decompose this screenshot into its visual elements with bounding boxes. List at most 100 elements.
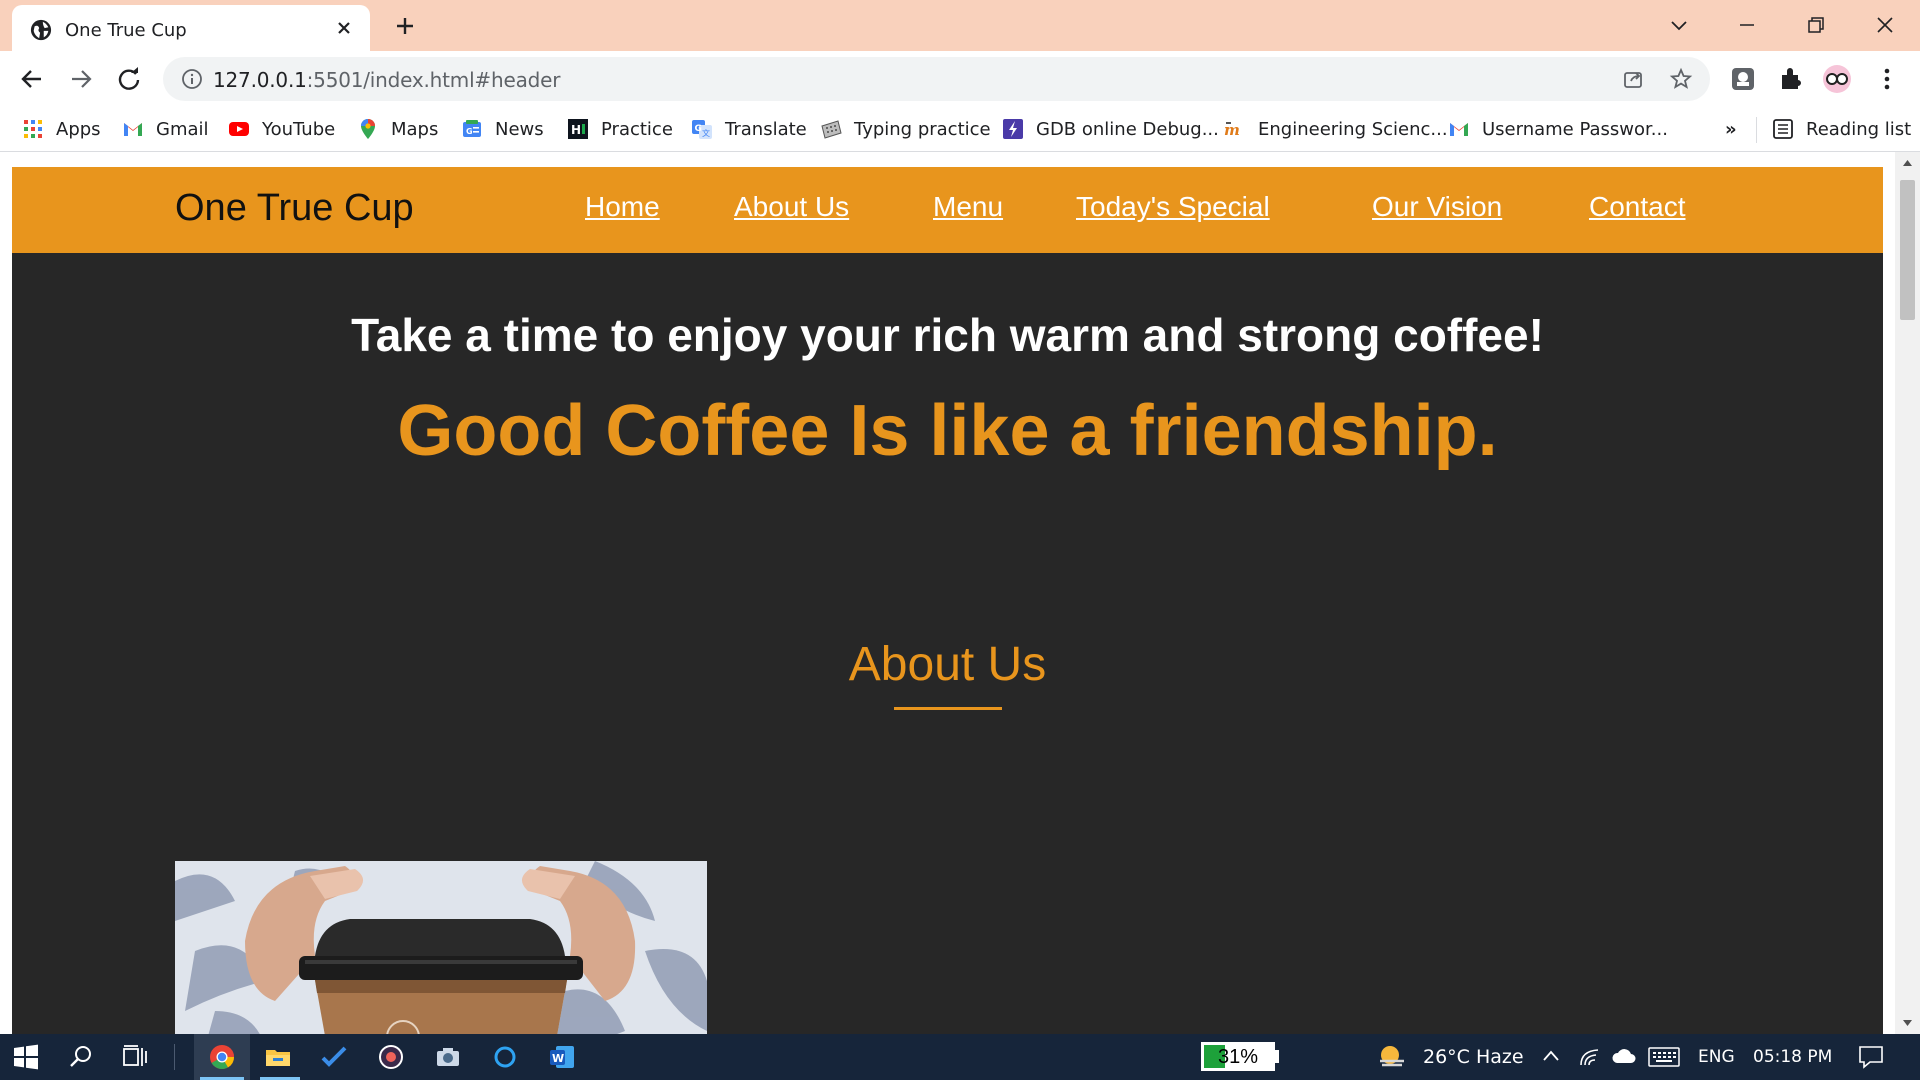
bookmark-label: Typing practice [854, 118, 991, 140]
camera-icon[interactable] [434, 1043, 462, 1071]
page-scrollbar[interactable] [1895, 152, 1920, 1034]
scroll-up-arrow-icon[interactable] [1902, 158, 1913, 167]
url-host: 127.0.0.1 [213, 68, 307, 92]
bookmark-gdb-online[interactable]: GDB online Debug... [1002, 116, 1219, 142]
media-player-icon[interactable] [377, 1043, 405, 1071]
bookmarks-divider [1756, 117, 1757, 143]
onedrive-cloud-icon[interactable] [1611, 1046, 1637, 1066]
forward-arrow-icon[interactable] [67, 65, 95, 93]
maps-pin-icon [361, 119, 375, 139]
globe-icon [30, 19, 52, 41]
site-info-icon[interactable] [181, 68, 203, 90]
bookmark-translate[interactable]: G 文 Translate [691, 116, 807, 142]
gmail-icon [124, 123, 142, 136]
touch-keyboard-icon[interactable] [1648, 1046, 1680, 1068]
bookmark-typing-practice[interactable]: Typing practice [820, 116, 991, 142]
site-navbar: One True Cup Home About Us Menu Today's … [12, 167, 1883, 253]
input-language[interactable]: ENG [1698, 1047, 1735, 1067]
bookmarks-overflow-button[interactable]: » [1725, 116, 1737, 142]
notifications-icon[interactable] [1858, 1045, 1884, 1069]
battery-percent-label: 31% [1217, 1046, 1259, 1068]
apps-grid-icon [24, 120, 42, 138]
new-tab-plus-icon[interactable] [392, 13, 418, 39]
share-icon[interactable] [1621, 67, 1645, 91]
svg-text:H: H [571, 123, 581, 137]
menu-kebab-icon[interactable] [1873, 65, 1901, 93]
nav-link-about-us[interactable]: About Us [734, 191, 849, 223]
wifi-icon[interactable] [1578, 1046, 1602, 1068]
bookmark-apps[interactable]: Apps [22, 116, 101, 142]
restore-icon[interactable] [1803, 12, 1829, 38]
tab-search-chevron-icon[interactable] [1666, 12, 1692, 38]
browser-tab-strip: One True Cup [0, 0, 1920, 51]
youtube-icon [229, 122, 249, 136]
glasses-icon [1826, 73, 1848, 85]
tray-chevron-up-icon[interactable] [1542, 1048, 1560, 1064]
nav-link-todays-special[interactable]: Today's Special [1076, 191, 1270, 223]
bookmark-label: Maps [391, 118, 439, 140]
chrome-icon [210, 1045, 234, 1070]
weather-text[interactable]: 26°C Haze [1423, 1046, 1524, 1068]
nav-link-our-vision[interactable]: Our Vision [1372, 191, 1502, 223]
scroll-down-arrow-icon[interactable] [1902, 1019, 1913, 1028]
coffee-cup-image [175, 861, 707, 1034]
nav-link-home[interactable]: Home [585, 191, 660, 223]
bookmark-practice[interactable]: H Practice [567, 116, 673, 142]
file-explorer-icon[interactable] [264, 1043, 292, 1071]
svg-text:G: G [695, 124, 702, 134]
gmail-icon [1450, 123, 1468, 136]
word-icon[interactable]: W [548, 1043, 576, 1071]
address-bar[interactable]: 127.0.0.1:5501/index.html#header [163, 57, 1710, 101]
extension-puzzle-square-icon[interactable] [1729, 65, 1757, 93]
bookmark-username-password[interactable]: Username Passwor... [1448, 116, 1668, 142]
nav-link-contact[interactable]: Contact [1589, 191, 1686, 223]
bookmark-label: YouTube [262, 118, 336, 140]
search-icon[interactable] [67, 1043, 95, 1071]
back-arrow-icon[interactable] [18, 65, 46, 93]
minimize-icon[interactable] [1734, 12, 1760, 38]
bookmark-news[interactable]: G News [461, 116, 544, 142]
engineering-icon: m [1224, 121, 1240, 139]
nav-link-menu[interactable]: Menu [933, 191, 1003, 223]
scrollbar-thumb[interactable] [1900, 180, 1915, 320]
close-window-icon[interactable] [1872, 12, 1898, 38]
bookmark-star-icon[interactable] [1669, 67, 1693, 91]
about-us-underline [894, 707, 1002, 710]
windows-start-icon[interactable] [12, 1043, 40, 1071]
hackerrank-icon: H [568, 119, 588, 139]
bookmark-engineering-science[interactable]: m Engineering Scienc... [1224, 116, 1448, 142]
svg-text:W: W [552, 1052, 564, 1065]
taskbar-chrome-button[interactable] [194, 1034, 250, 1080]
battery-indicator[interactable]: 31% [1201, 1042, 1275, 1071]
tab-title: One True Cup [65, 20, 187, 41]
translate-icon: G 文 [692, 120, 712, 139]
reload-icon[interactable] [115, 65, 143, 93]
reading-list-label: Reading list [1806, 118, 1912, 140]
browser-tab[interactable]: One True Cup [12, 5, 370, 51]
page-viewport: One True Cup Home About Us Menu Today's … [0, 152, 1920, 1034]
task-view-icon[interactable] [121, 1043, 149, 1071]
extensions-icon[interactable] [1777, 65, 1805, 93]
windows-taskbar: W 31% 26°C Haze ENG 05:18 PM [0, 1034, 1920, 1080]
url-path: :5501/index.html#header [306, 68, 561, 92]
svg-text:G: G [466, 127, 473, 136]
site-brand[interactable]: One True Cup [175, 187, 414, 230]
about-us-heading: About Us [848, 638, 1047, 691]
todo-check-icon[interactable] [320, 1043, 348, 1071]
cortana-icon[interactable] [491, 1043, 519, 1071]
bookmark-gmail[interactable]: Gmail [122, 116, 209, 142]
close-tab-icon[interactable] [334, 18, 354, 38]
clock-time[interactable]: 05:18 PM [1753, 1047, 1832, 1067]
url-text[interactable]: 127.0.0.1:5501/index.html#header [213, 68, 560, 92]
bookmark-label: Apps [56, 118, 101, 140]
site-page: One True Cup Home About Us Menu Today's … [12, 167, 1883, 1034]
reading-list-button[interactable]: Reading list [1772, 116, 1911, 142]
news-icon: G [463, 120, 481, 137]
coffee-cup-illustration [175, 861, 707, 1034]
bookmark-youtube[interactable]: YouTube [228, 116, 335, 142]
bookmark-maps[interactable]: Maps [357, 116, 438, 142]
gdb-icon [1003, 119, 1023, 139]
bookmark-label: Gmail [156, 118, 209, 140]
profile-avatar[interactable] [1823, 65, 1851, 93]
weather-haze-icon[interactable] [1376, 1042, 1408, 1072]
